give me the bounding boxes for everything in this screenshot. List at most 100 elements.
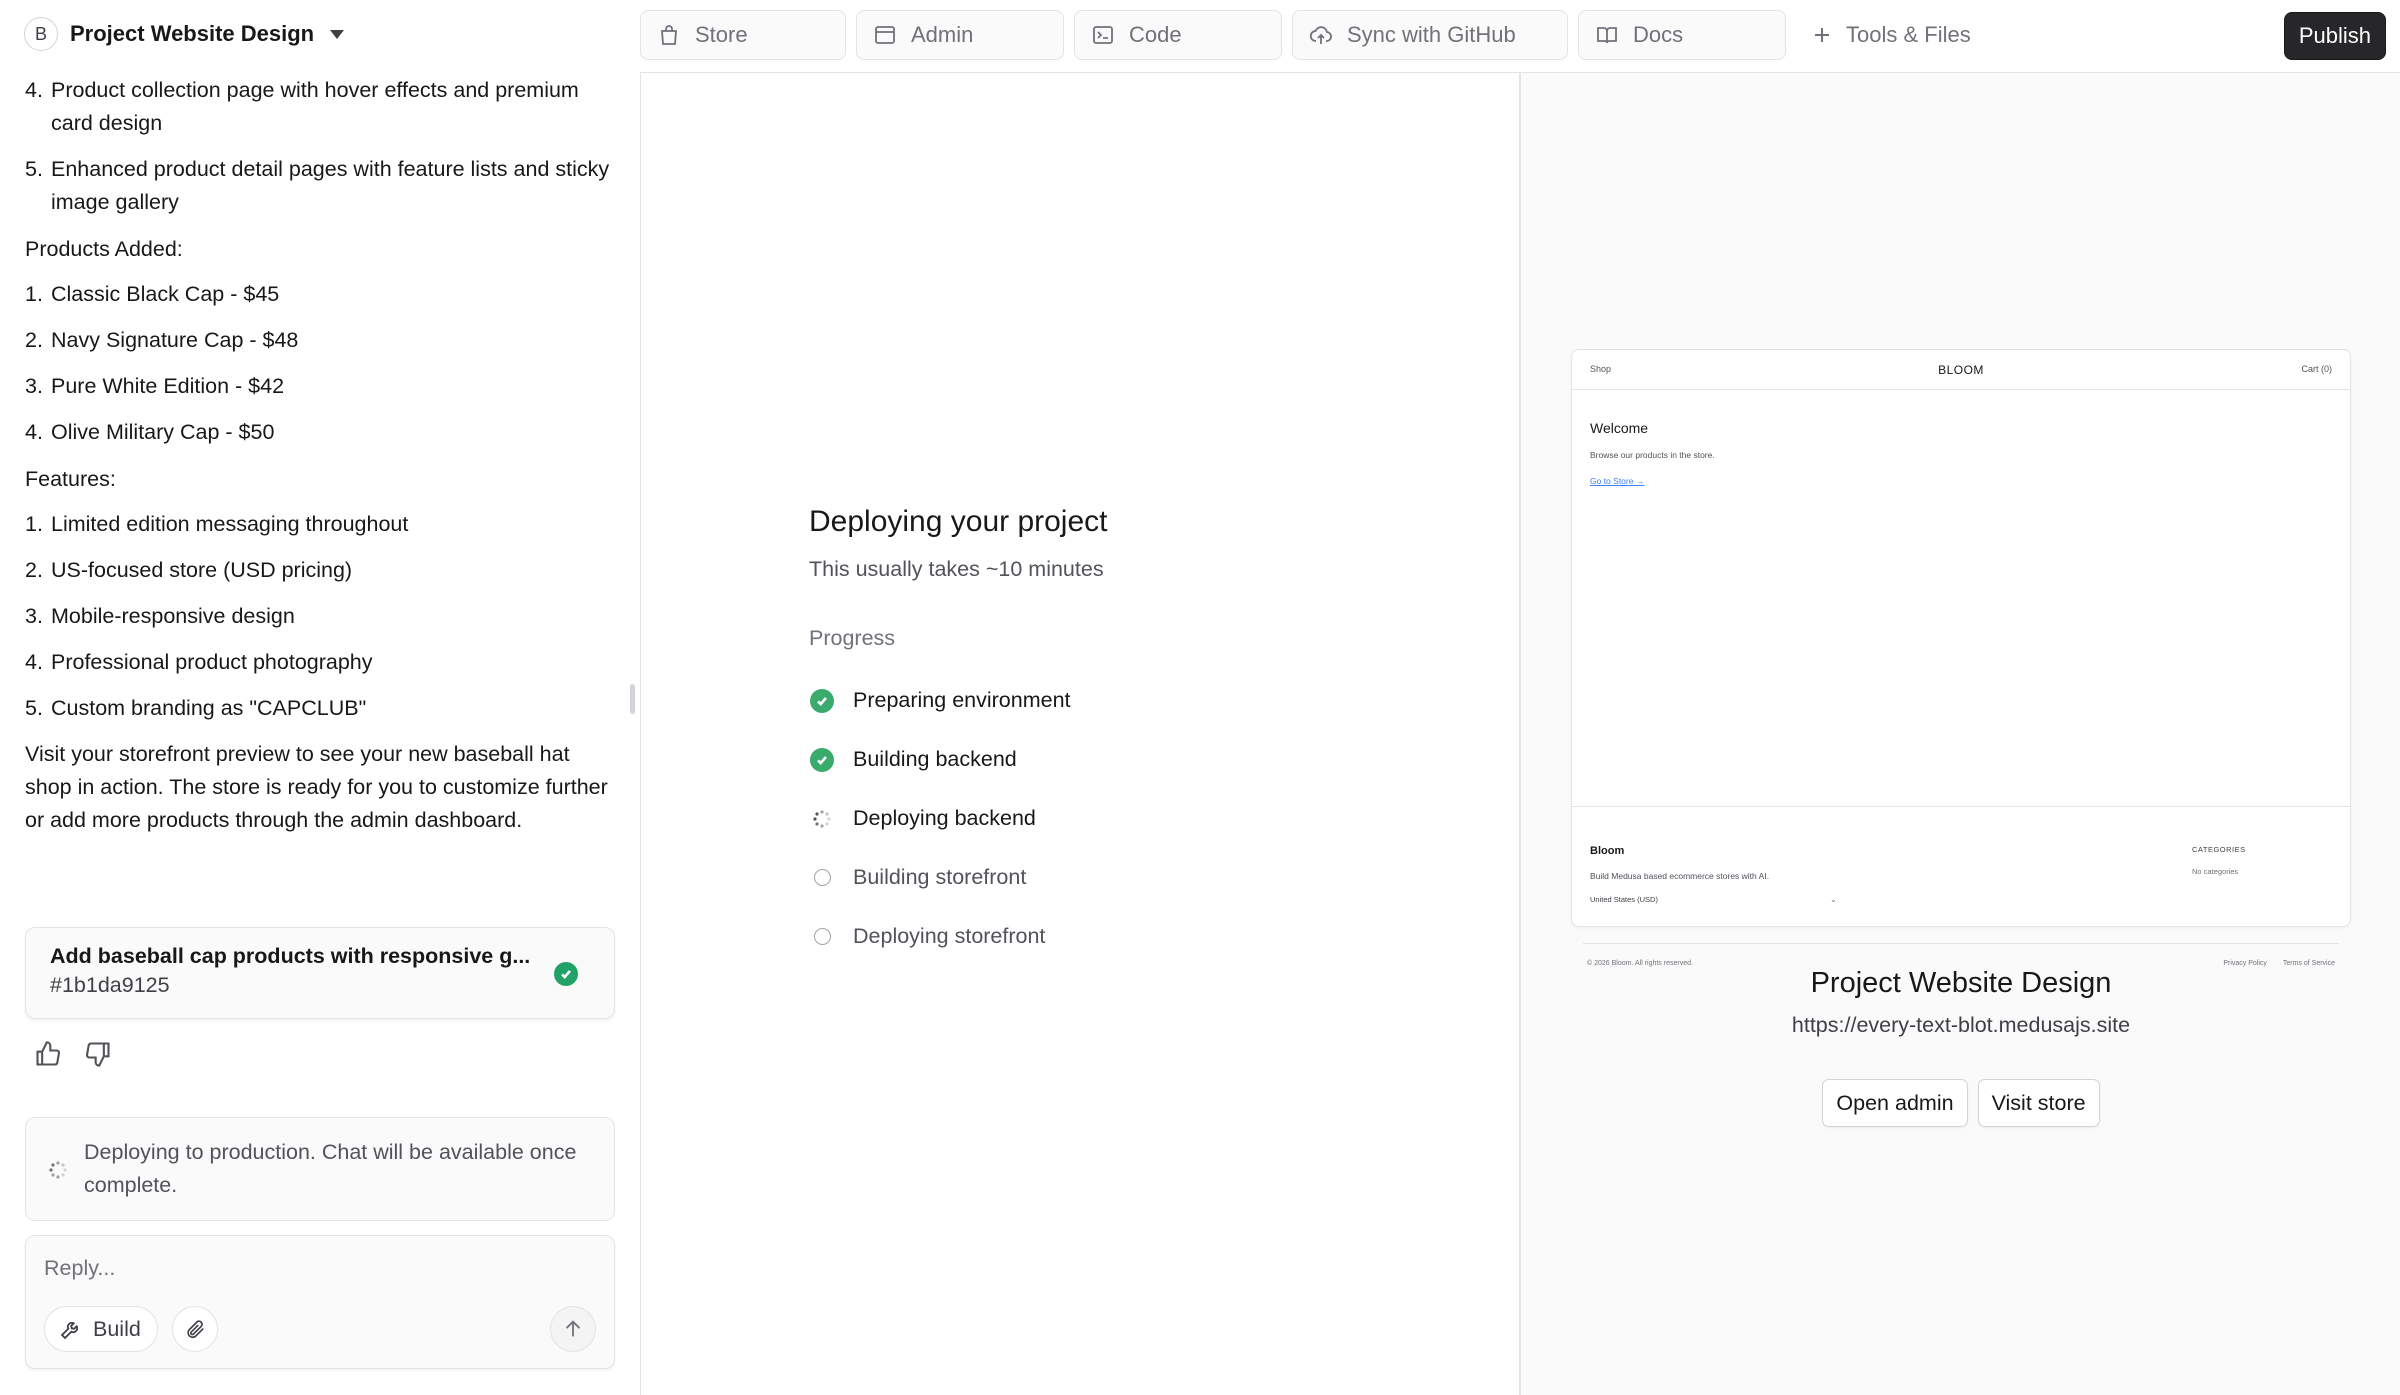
panel-resize-handle[interactable] xyxy=(630,684,635,714)
check-circle-icon xyxy=(810,688,834,713)
docs-button[interactable]: Docs xyxy=(1578,10,1786,60)
thumbnail-welcome: Welcome xyxy=(1590,420,1649,436)
admin-label: Admin xyxy=(911,22,974,47)
reply-input[interactable] xyxy=(44,1256,544,1281)
deploy-title: Deploying your project xyxy=(809,505,1108,538)
thumbnail-categories-empty: No categories xyxy=(2192,867,2239,876)
deploy-pane: Deploying your project This usually take… xyxy=(640,72,1520,1395)
thumbnail-footer-brand: Bloom xyxy=(1590,845,1625,857)
top-toolbar: Store Admin Code Sync with GitHub Docs T… xyxy=(640,10,2400,60)
chat-panel: propositions 4.Product collection page w… xyxy=(0,0,628,1395)
step-deploying-backend: Deploying backend xyxy=(809,789,1409,848)
closing-message: Visit your storefront preview to see you… xyxy=(25,742,608,832)
progress-steps: Preparing environment Building backend D… xyxy=(809,671,1409,966)
thumbnail-copyright: © 2026 Bloom. All rights reserved. xyxy=(1587,960,1693,967)
progress-label: Progress xyxy=(809,626,896,650)
step-deploying-storefront: Deploying storefront xyxy=(809,907,1409,966)
send-button[interactable] xyxy=(550,1306,596,1352)
step-label: Deploying backend xyxy=(853,806,1036,830)
loading-dots-icon xyxy=(49,1161,67,1179)
list-item: 4. Professional product photography xyxy=(25,650,373,674)
thumbnail-tagline: Build Medusa based ecommerce stores with… xyxy=(1590,871,1770,881)
code-label: Code xyxy=(1129,22,1182,47)
sync-label: Sync with GitHub xyxy=(1347,22,1516,47)
thumbs-down-icon[interactable] xyxy=(84,1040,112,1068)
deploying-notice-text: Deploying to production. Chat will be av… xyxy=(84,1140,577,1197)
open-admin-button[interactable]: Open admin xyxy=(1822,1079,1968,1127)
plus-icon xyxy=(1815,28,1829,42)
thumbnail-footer: Bloom Build Medusa based ecommerce store… xyxy=(1572,806,2350,926)
products-heading: Products Added: xyxy=(25,237,183,261)
deploying-notice: Deploying to production. Chat will be av… xyxy=(25,1117,615,1221)
list-item: 3. Pure White Edition - $42 xyxy=(25,374,285,398)
list-item: 5. Enhanced product detail pages with fea… xyxy=(25,157,610,214)
store-button[interactable]: Store xyxy=(640,10,846,60)
commit-card[interactable]: Add baseball cap products with responsiv… xyxy=(25,927,615,1019)
thumbs-up-icon[interactable] xyxy=(34,1040,62,1068)
thumbnail-brand: BLOOM xyxy=(1938,363,1984,377)
tools-files-button[interactable]: Tools & Files xyxy=(1810,22,1971,48)
list-item: 3. Mobile-responsive design xyxy=(25,604,295,628)
site-actions: Open admin Visit store xyxy=(1521,1079,2400,1127)
list-item: 1. Classic Black Cap - $45 xyxy=(25,282,280,306)
build-label: Build xyxy=(93,1316,141,1341)
step-label: Deploying storefront xyxy=(853,924,1046,948)
publish-button[interactable]: Publish xyxy=(2283,12,2386,60)
products-list: 1. Classic Black Cap - $45 2. Navy Signatu… xyxy=(25,278,615,449)
features-list: 1. Limited edition messaging throughout 2… xyxy=(25,508,615,725)
thumbnail-legal-links: Privacy Policy Terms of Service xyxy=(2209,960,2335,967)
step-preparing-environment: Preparing environment xyxy=(809,671,1409,730)
sync-github-button[interactable]: Sync with GitHub xyxy=(1292,10,1568,60)
list-item: 2. Navy Signature Cap - $48 xyxy=(25,328,299,352)
docs-label: Docs xyxy=(1633,22,1684,47)
design-list: 4. Product collection page with hover eff… xyxy=(25,74,615,219)
thumbnail-cart: Cart (0) xyxy=(2301,364,2332,374)
thumbnail-categories-heading: CATEGORIES xyxy=(2192,845,2246,854)
window-icon xyxy=(875,26,895,44)
tools-label: Tools & Files xyxy=(1846,22,1971,47)
preview-pane: Shop BLOOM Cart (0) Welcome Browse our p… xyxy=(1520,72,2400,1395)
deploy-subtitle: This usually takes ~10 minutes xyxy=(809,557,1104,581)
terminal-icon xyxy=(1093,26,1113,44)
build-mode-button[interactable]: Build xyxy=(44,1306,158,1352)
chevron-down-icon: ⌄ xyxy=(1830,895,1837,904)
features-heading: Features: xyxy=(25,467,116,491)
admin-button[interactable]: Admin xyxy=(856,10,1064,60)
cloud-upload-icon xyxy=(1309,26,1332,44)
store-label: Store xyxy=(695,22,748,47)
list-item: 4. Olive Military Cap - $50 xyxy=(25,420,275,444)
thumbnail-region: United States (USD) xyxy=(1590,895,1658,904)
thumbnail-browse-text: Browse our products in the store. xyxy=(1590,450,1715,460)
attach-button[interactable] xyxy=(172,1306,218,1352)
avatar: B xyxy=(24,17,58,51)
step-building-backend: Building backend xyxy=(809,730,1409,789)
site-url[interactable]: https://every-text-blot.medusajs.site xyxy=(1521,1013,2400,1038)
list-item: 5. Custom branding as "CAPCLUB" xyxy=(25,696,367,720)
storefront-thumbnail[interactable]: Shop BLOOM Cart (0) Welcome Browse our p… xyxy=(1571,349,2351,927)
check-circle-icon xyxy=(554,962,578,986)
project-header[interactable]: B Project Website Design xyxy=(0,0,628,68)
thumbnail-privacy: Privacy Policy xyxy=(2223,960,2267,967)
chat-messages: propositions 4.Product collection page w… xyxy=(25,40,615,837)
project-name: Project Website Design xyxy=(70,21,315,46)
list-item: 1. Limited edition messaging throughout xyxy=(25,512,409,536)
chevron-down-icon xyxy=(330,29,345,39)
thumbnail-terms: Terms of Service xyxy=(2282,960,2335,967)
pending-circle-icon xyxy=(813,869,831,886)
code-button[interactable]: Code xyxy=(1074,10,1282,60)
shopping-bag-icon xyxy=(661,25,677,45)
list-item: 4. Product collection page with hover eff… xyxy=(25,78,579,135)
site-title: Project Website Design xyxy=(1810,967,2112,999)
step-label: Building storefront xyxy=(853,865,1027,889)
step-label: Building backend xyxy=(853,747,1017,771)
check-circle-icon xyxy=(810,747,834,772)
feedback-row xyxy=(34,1040,134,1068)
thumbnail-nav: Shop BLOOM Cart (0) xyxy=(1572,350,2350,390)
paperclip-icon xyxy=(187,1320,204,1339)
wrench-icon xyxy=(60,1321,79,1340)
visit-store-button[interactable]: Visit store xyxy=(1977,1079,2100,1127)
pending-circle-icon xyxy=(813,928,831,945)
commit-title: Add baseball cap products with responsiv… xyxy=(50,944,530,968)
step-label: Preparing environment xyxy=(853,688,1071,712)
step-building-storefront: Building storefront xyxy=(809,848,1409,907)
